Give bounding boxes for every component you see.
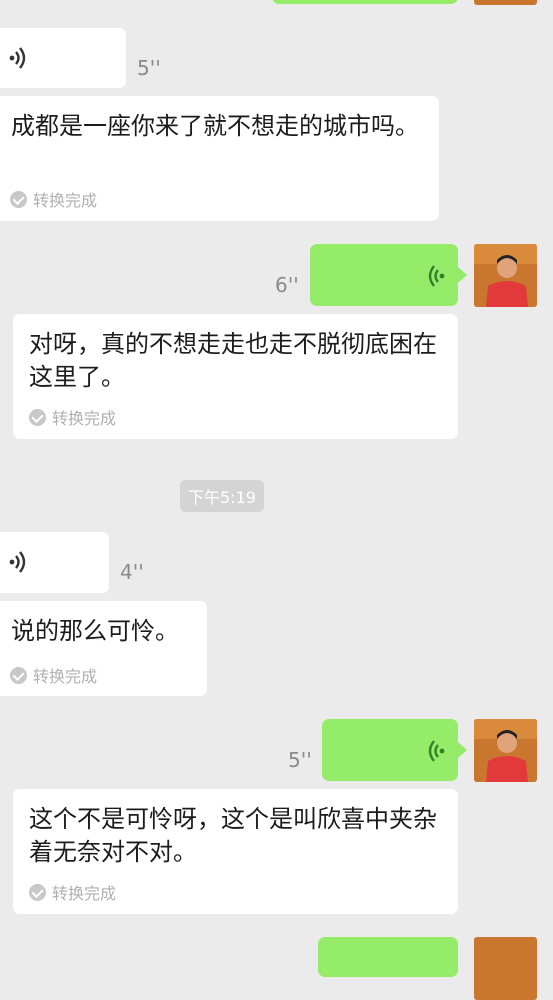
status-label: 转换完成 [52,884,117,903]
transcript-text: 成都是一座你来了就不想走的城市吗。 [11,112,419,140]
voice-message-bubble-partial[interactable] [272,0,458,4]
user-photo [474,244,537,307]
transcript-text: 对呀，真的不想走走也走不脱彻底困在这里了。 [29,330,437,391]
voice-message-bubble[interactable] [0,532,109,593]
status-label: 转换完成 [33,667,98,686]
status-label: 转换完成 [52,409,117,428]
check-circle-icon [29,883,46,901]
avatar[interactable] [474,0,537,5]
sound-wave-icon [428,265,445,287]
voice-duration: 5'' [137,56,161,80]
check-circle-icon [10,666,27,684]
timestamp: 下午5:19 [180,480,264,512]
avatar[interactable] [474,244,537,307]
transcript-card: 说的那么可怜。 转换完成 [0,601,207,696]
transcript-status: 转换完成 [10,663,97,687]
check-circle-icon [29,408,46,426]
sound-wave-icon [9,47,26,69]
transcript-status: 转换完成 [29,405,116,429]
bubble-tail [458,267,467,283]
voice-message-bubble-partial[interactable] [318,937,458,977]
sound-wave-icon [9,551,26,573]
voice-duration: 4'' [120,560,144,584]
transcript-text: 说的那么可怜。 [11,617,179,645]
sound-wave-icon [428,740,445,762]
transcript-text: 这个不是可怜呀，这个是叫欣喜中夹杂着无奈对不对。 [29,805,437,866]
voice-duration: 5'' [288,748,312,772]
check-circle-icon [10,190,27,208]
avatar[interactable] [474,937,537,1000]
status-label: 转换完成 [33,191,98,210]
voice-duration: 6'' [275,273,299,297]
transcript-status: 转换完成 [10,187,97,211]
voice-message-bubble[interactable] [0,28,126,88]
transcript-card: 这个不是可怜呀，这个是叫欣喜中夹杂着无奈对不对。 转换完成 [13,789,458,914]
transcript-card: 成都是一座你来了就不想走的城市吗。 转换完成 [0,96,439,221]
avatar[interactable] [474,719,537,782]
voice-message-bubble[interactable] [310,244,458,306]
user-photo [474,719,537,782]
bubble-tail [458,742,467,758]
transcript-status: 转换完成 [29,880,116,904]
transcript-card: 对呀，真的不想走走也走不脱彻底困在这里了。 转换完成 [13,314,458,439]
voice-message-bubble[interactable] [322,719,458,781]
